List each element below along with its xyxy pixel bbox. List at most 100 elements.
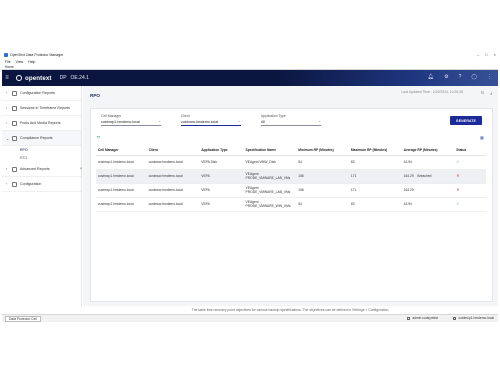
menu-file[interactable]: File [5, 60, 11, 64]
cross-mark-icon: ✕ [456, 173, 460, 178]
chart-icon [12, 166, 17, 172]
application-type-filter: Application Type All ⌄ [261, 114, 321, 126]
average-rp-cell: 43.94 [401, 197, 455, 212]
specification-cell: VEAgent VMW_Disk [243, 155, 297, 170]
sidebar-item-configuration-reports[interactable]: › Configuration Reports [2, 86, 81, 101]
average-rp-value: 43.94 [403, 160, 412, 164]
cell-manager-value: custmcp1.hmdemo.local [101, 120, 140, 124]
application-type-cell: VEPA [199, 197, 244, 212]
product-name: DP [59, 75, 67, 81]
sidebar-item-label: Configuration Reports [20, 91, 55, 95]
user-name: admin.cudsyntest [412, 316, 438, 320]
table-row[interactable]: custmcp1.hmdemo.local custmcw.hmdemo.loc… [96, 169, 486, 184]
report-icon [12, 90, 17, 96]
user-status: admin.cudsyntest [407, 316, 438, 320]
media-icon [12, 120, 17, 126]
status-cell: ✓ [454, 197, 486, 212]
column-header-client[interactable]: Client [146, 145, 200, 156]
notifications-icon[interactable]: 🔔︎ [428, 74, 434, 80]
column-header-minimum-rp[interactable]: Minimum RP (Minutes) [296, 145, 349, 156]
table-row[interactable]: custmcp1.hmdemo.local custmcw.hmdemo.loc… [96, 183, 486, 198]
client-value: custmcw.hmdemo.local [181, 120, 219, 124]
grid-apps-icon[interactable]: ⋮ [487, 74, 492, 80]
client-cell: custmcw.hmdemo.local [146, 183, 200, 198]
window-titlebar: OpenText Data Protector Manager – □ × [2, 51, 498, 59]
generate-button[interactable]: GENERATE [450, 116, 482, 125]
column-header-status[interactable]: Status [454, 145, 486, 156]
average-rp-cell: 43.94 [401, 155, 455, 170]
tab-data-protector-cell[interactable]: Data Protector Cell [5, 315, 41, 322]
client-select[interactable]: custmcw.hmdemo.local ⌄ [181, 119, 241, 126]
shield-icon [12, 135, 17, 141]
sidebar-item-label: Compliance Reports [20, 136, 53, 140]
close-button[interactable]: × [494, 52, 496, 57]
server-icon [453, 316, 457, 320]
view-home[interactable]: Home [5, 65, 14, 69]
download-icon[interactable]: ⤓ [490, 90, 492, 95]
table-settings-icon[interactable]: ▦ [480, 135, 484, 140]
cell-manager-cell: custmcp1.hmdemo.local [96, 197, 147, 212]
last-updated-time: Last Updated Time : 10/2/2024, 10:30:25 [401, 90, 463, 94]
column-header-application-type[interactable]: Application Type [199, 145, 244, 156]
cell-manager-cell: custmcp1.hmdemo.local [96, 169, 147, 184]
clock-icon [12, 105, 17, 111]
average-rp-cell: 164.29 [401, 183, 455, 198]
column-header-average-rp[interactable]: Average RP (Minutes) [401, 145, 455, 156]
help-icon[interactable]: ? [459, 74, 462, 80]
product-version: OE.24.1 [70, 75, 89, 81]
client-cell: custmcw.hmdemo.local [146, 155, 200, 170]
table-row[interactable]: custmcp1.hmdemo.local custmcw.hmdemo.loc… [96, 155, 486, 170]
breached-label: Breached [417, 174, 432, 178]
bottom-status-bar: Data Protector Cell admin.cudsyntest cus… [2, 314, 498, 322]
refresh-icon[interactable]: ↻ [481, 90, 484, 95]
sidebar-item-compliance-reports[interactable]: ⌄ Compliance Reports [2, 131, 81, 146]
chevron-down-icon: ⌄ [318, 119, 321, 123]
host-name: custmcp1.hmdemo.local [458, 316, 494, 320]
gear-icon [12, 181, 17, 187]
sidebar-subitem-rto[interactable]: RTO [2, 154, 81, 162]
column-header-specification-name[interactable]: Specification Name [243, 145, 297, 156]
sidebar-item-pools-media-reports[interactable]: › Pools And Media Reports [2, 116, 81, 131]
minimize-button[interactable]: – [477, 52, 479, 57]
cell-manager-filter: Cell Manager custmcp1.hmdemo.local ⌄ [101, 114, 161, 126]
sidebar-item-configuration[interactable]: › Configuration [2, 177, 81, 192]
sidebar-item-label: Configuration [20, 182, 42, 186]
filter-icon[interactable]: ⛉ [97, 135, 100, 140]
status-cell: ✓ [454, 155, 486, 170]
column-header-cell-manager[interactable]: Cell Manager [96, 145, 147, 156]
app-icon [4, 53, 8, 57]
chevron-down-icon: ⌄ [158, 119, 161, 123]
sidebar-item-advanced-reports[interactable]: › Advanced Reports [2, 162, 81, 177]
table-row[interactable]: custmcp1.hmdemo.local custmcw.hmdemo.loc… [96, 197, 486, 212]
specification-cell: VEAgent PRODE_VMWARE_LAB_VMs [243, 169, 297, 184]
cell-manager-select[interactable]: custmcp1.hmdemo.local ⌄ [101, 119, 161, 126]
average-rp-value: 164.29 [403, 174, 414, 178]
column-header-maximum-rp[interactable]: Maximum RP (Minutes) [348, 145, 402, 156]
check-mark-icon: ✓ [456, 159, 460, 164]
status-message: The table lists recovery point objective… [191, 308, 390, 312]
user-icon[interactable]: ◯ [471, 74, 477, 80]
hamburger-menu-icon[interactable]: ≡ [2, 75, 12, 81]
settings-icon[interactable]: ⚙ [444, 74, 448, 80]
user-icon [407, 316, 411, 320]
window-title: OpenText Data Protector Manager [10, 53, 64, 57]
maximum-rp-cell: 83 [348, 197, 402, 212]
sidebar: › Configuration Reports › Sessions in Ti… [2, 86, 82, 306]
menu-view[interactable]: View [16, 60, 24, 64]
specification-cell: VEAgent PRODE_VMWARE_WIN_VMs [243, 197, 297, 212]
sidebar-item-label: Sessions in Timeframe Reports [20, 106, 70, 110]
sidebar-subitem-rpo[interactable]: RPO [2, 146, 81, 154]
application-type-cell: VEPA [199, 183, 244, 198]
menu-help[interactable]: Help [28, 60, 35, 64]
cross-mark-icon: ✕ [456, 187, 460, 192]
average-rp-cell: 164.29 Breached [401, 169, 455, 184]
client-cell: custmcw.hmdemo.local [146, 197, 200, 212]
maximize-button[interactable]: □ [485, 52, 487, 57]
sidebar-collapse-icon[interactable]: ◂ [80, 166, 82, 170]
client-label: Client [181, 114, 190, 118]
application-type-cell: VEPA Disk [199, 155, 244, 170]
application-type-select[interactable]: All ⌄ [261, 119, 321, 126]
sidebar-item-sessions-reports[interactable]: › Sessions in Timeframe Reports [2, 101, 81, 116]
opentext-logo-icon [16, 75, 22, 81]
sidebar-item-label: Advanced Reports [20, 167, 50, 171]
